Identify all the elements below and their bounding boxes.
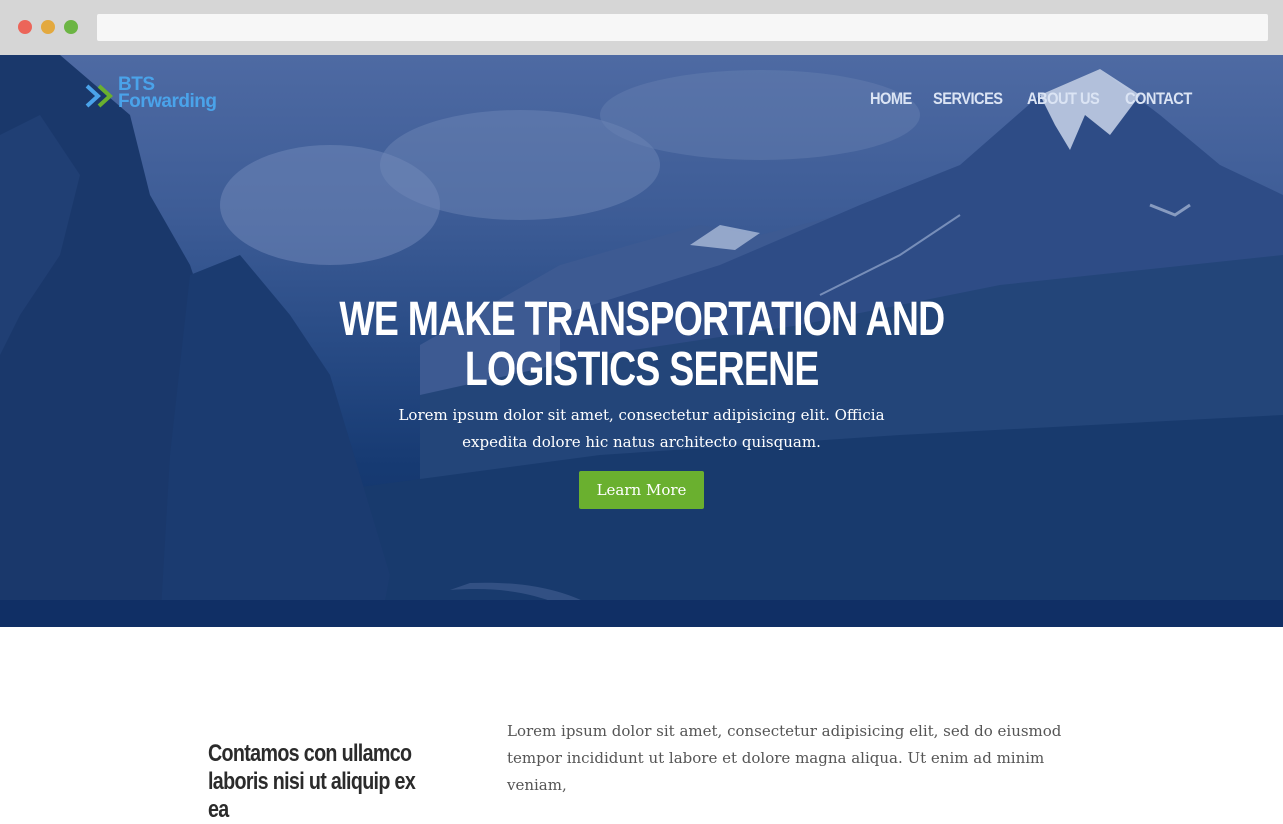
close-window-button[interactable]: [18, 20, 32, 34]
hero-headline-line1: WE MAKE TRANSPORTATION AND: [338, 293, 945, 346]
main-nav: HOME SERVICES ABOUT US CONTACT: [870, 89, 1195, 109]
maximize-window-button[interactable]: [64, 20, 78, 34]
minimize-window-button[interactable]: [41, 20, 55, 34]
nav-contact[interactable]: CONTACT: [1125, 89, 1192, 109]
learn-more-button[interactable]: Learn More: [579, 471, 704, 509]
nav-home[interactable]: HOME: [870, 89, 912, 109]
brand-logo[interactable]: BTS Forwarding: [84, 75, 244, 117]
hero-headline: WE MAKE TRANSPORTATION AND LOGISTICS SER…: [0, 295, 1283, 395]
hero-headline-line2: LOGISTICS SERENE: [464, 343, 819, 396]
address-bar[interactable]: [97, 14, 1268, 41]
logo-text-line2: Forwarding: [118, 91, 217, 112]
nav-services[interactable]: SERVICES: [933, 89, 1003, 109]
logo-chevron-icon: [85, 84, 113, 108]
intro-heading-text: Contamos con ullamco laboris nisi ut ali…: [208, 740, 416, 823]
intro-body: Lorem ipsum dolor sit amet, consectetur …: [507, 722, 1062, 794]
hero-section: BTS Forwarding HOME SERVICES ABOUT US CO…: [0, 55, 1283, 627]
browser-chrome: [0, 0, 1283, 55]
intro-heading: Contamos con ullamco laboris nisi ut ali…: [208, 740, 468, 824]
nav-about-us[interactable]: ABOUT US: [1027, 89, 1100, 109]
hero-subtext: Lorem ipsum dolor sit amet, consectetur …: [398, 406, 885, 451]
